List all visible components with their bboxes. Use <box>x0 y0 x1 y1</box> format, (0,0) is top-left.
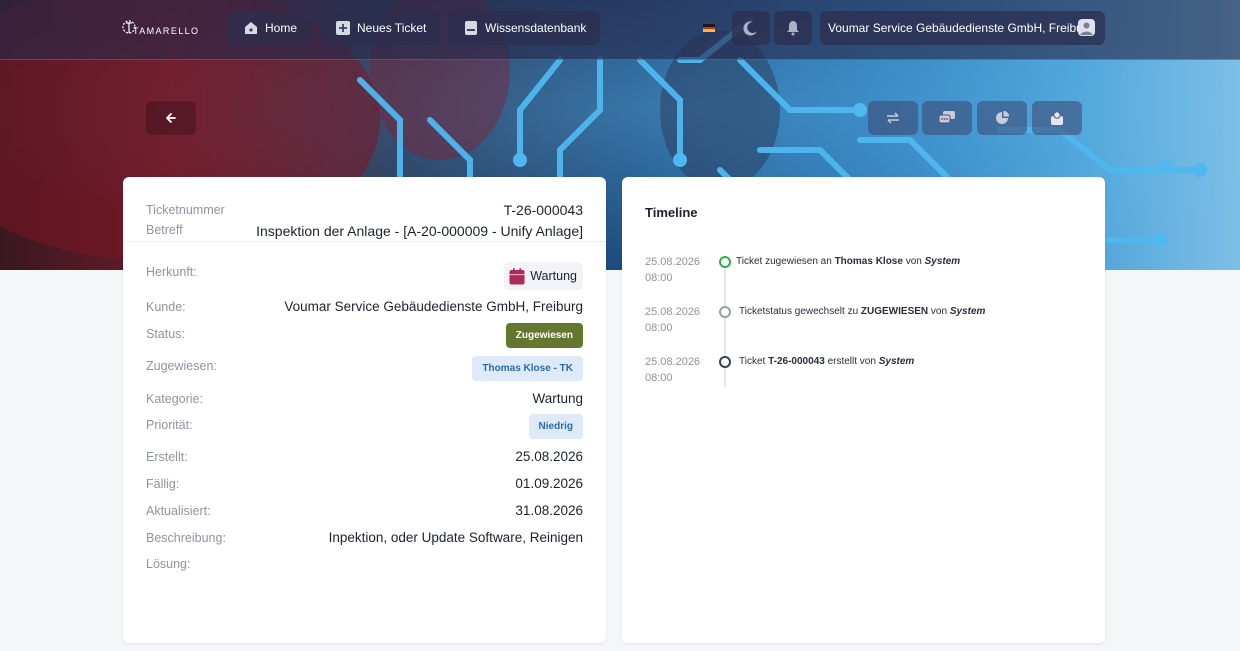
timeline-date-day: 25.08.2026 <box>645 256 701 268</box>
timeline-line <box>724 263 726 387</box>
report-button[interactable] <box>977 101 1027 135</box>
app-logo[interactable]: TAMARELLO <box>122 17 199 39</box>
origin-label: Herkunft: <box>146 265 197 279</box>
timeline-date: 25.08.2026 08:00 <box>645 254 700 286</box>
nav-knowledge-base-label: Wissensdatenbank <box>485 21 587 35</box>
description-value: Inpektion, oder Update Software, Reinige… <box>328 530 583 545</box>
nav-home-button[interactable]: Home <box>228 11 312 45</box>
customer-label: Kunde: <box>146 300 186 314</box>
user-name: Voumar Service Gebäudedienste GmbH, Frei… <box>828 21 1094 35</box>
moon-icon <box>743 21 757 36</box>
nav-new-ticket-button[interactable]: Neues Ticket <box>320 11 441 45</box>
timeline-card: Timeline 25.08.2026 08:00 Ticket zugewie… <box>622 177 1105 643</box>
category-label: Kategorie: <box>146 392 203 406</box>
ticket-header: Ticketnummer T-26-000043 Betreff Inspekt… <box>123 177 606 242</box>
timeline-text-mid: von <box>928 306 950 317</box>
timeline-text-pre: Ticketstatus gewechselt zu <box>739 306 861 317</box>
priority-label: Priorität: <box>146 418 193 432</box>
user-menu-button[interactable]: Voumar Service Gebäudedienste GmbH, Frei… <box>820 11 1105 45</box>
created-label: Erstellt: <box>146 450 188 464</box>
assigned-badge: Thomas Klose - TK <box>472 356 583 381</box>
timeline-text-mid: von <box>902 256 925 267</box>
home-icon <box>245 22 257 34</box>
timeline-text: Ticket zugewiesen an Thomas Klose von Sy… <box>736 256 960 267</box>
plus-icon <box>336 21 350 35</box>
comment-button[interactable] <box>922 101 972 135</box>
ticket-details-card: Ticketnummer T-26-000043 Betreff Inspekt… <box>123 177 606 643</box>
assign-user-button[interactable] <box>1032 101 1082 135</box>
user-check-icon <box>1051 111 1063 125</box>
origin-chip: Wartung <box>504 262 583 290</box>
nav-home-label: Home <box>265 21 298 35</box>
dark-mode-toggle[interactable] <box>732 11 770 45</box>
timeline-text-mid: erstellt von <box>824 356 879 367</box>
timeline-text-actor: System <box>949 306 986 317</box>
timeline-dot-green-icon <box>719 256 731 268</box>
bell-icon <box>787 21 799 36</box>
logo-text: TAMARELLO <box>133 26 200 36</box>
origin-value: Wartung <box>530 269 577 283</box>
due-label: Fällig: <box>146 477 180 491</box>
calendar-icon <box>509 267 525 284</box>
timeline-date-time: 08:00 <box>645 322 673 334</box>
created-value: 25.08.2026 <box>515 449 583 464</box>
pie-chart-icon <box>996 110 1010 124</box>
updated-value: 31.08.2026 <box>515 503 583 518</box>
ticket-number-label: Ticketnummer <box>146 203 225 217</box>
priority-badge: Niedrig <box>528 414 583 439</box>
back-button[interactable] <box>146 101 196 135</box>
timeline-title: Timeline <box>645 205 698 220</box>
ticket-number: T-26-000043 <box>503 202 583 218</box>
book-icon <box>465 21 477 35</box>
timeline-date: 25.08.2026 08:00 <box>645 354 700 386</box>
language-de-flag-icon[interactable] <box>703 24 715 33</box>
solution-label: Lösung: <box>146 557 191 571</box>
chat-bubbles-icon <box>938 111 955 124</box>
timeline-dot-grey-icon <box>719 306 731 318</box>
avatar-icon <box>1078 19 1095 36</box>
timeline-dot-dark-icon <box>719 356 731 368</box>
category-value: Wartung <box>532 391 583 406</box>
timeline-date-time: 08:00 <box>645 372 673 384</box>
nav-knowledge-base-button[interactable]: Wissensdatenbank <box>448 11 601 45</box>
status-badge: Zugewiesen <box>505 323 583 348</box>
timeline-text-strong: T-26-000043 <box>768 356 825 367</box>
updated-label: Aktualisiert: <box>146 504 211 518</box>
top-navbar: TAMARELLO Home Neues Ticket Wissensdaten… <box>0 0 1240 60</box>
assigned-label: Zugewiesen: <box>146 359 217 373</box>
status-label: Status: <box>146 327 185 341</box>
reassign-button[interactable] <box>868 101 918 135</box>
timeline-date-time: 08:00 <box>645 272 673 284</box>
timeline-text-pre: Ticket <box>739 356 769 367</box>
timeline-text: Ticketstatus gewechselt zu ZUGEWIESEN vo… <box>739 306 985 317</box>
timeline-text-actor: System <box>878 356 915 367</box>
nav-new-ticket-label: Neues Ticket <box>357 21 427 35</box>
timeline-text-pre: Ticket zugewiesen an <box>736 256 835 267</box>
ticket-subject-label: Betreff <box>146 223 183 237</box>
due-value: 01.09.2026 <box>515 476 583 491</box>
timeline-text-strong: Thomas Klose <box>834 256 903 267</box>
description-label: Beschreibung: <box>146 531 226 545</box>
ticket-subject: Inspektion der Anlage - [A-20-000009 - U… <box>256 223 583 239</box>
timeline-text-strong: ZUGEWIESEN <box>860 306 929 317</box>
timeline-date: 25.08.2026 08:00 <box>645 304 700 336</box>
swap-arrows-icon <box>887 112 899 124</box>
notifications-button[interactable] <box>774 11 812 45</box>
timeline-date-day: 25.08.2026 <box>645 306 701 318</box>
timeline-date-day: 25.08.2026 <box>645 356 701 368</box>
customer-value: Voumar Service Gebäudedienste GmbH, Frei… <box>284 299 583 314</box>
timeline-text: Ticket T-26-000043 erstellt von System <box>739 356 914 367</box>
timeline-text-actor: System <box>924 256 961 267</box>
arrow-left-icon <box>166 113 176 123</box>
